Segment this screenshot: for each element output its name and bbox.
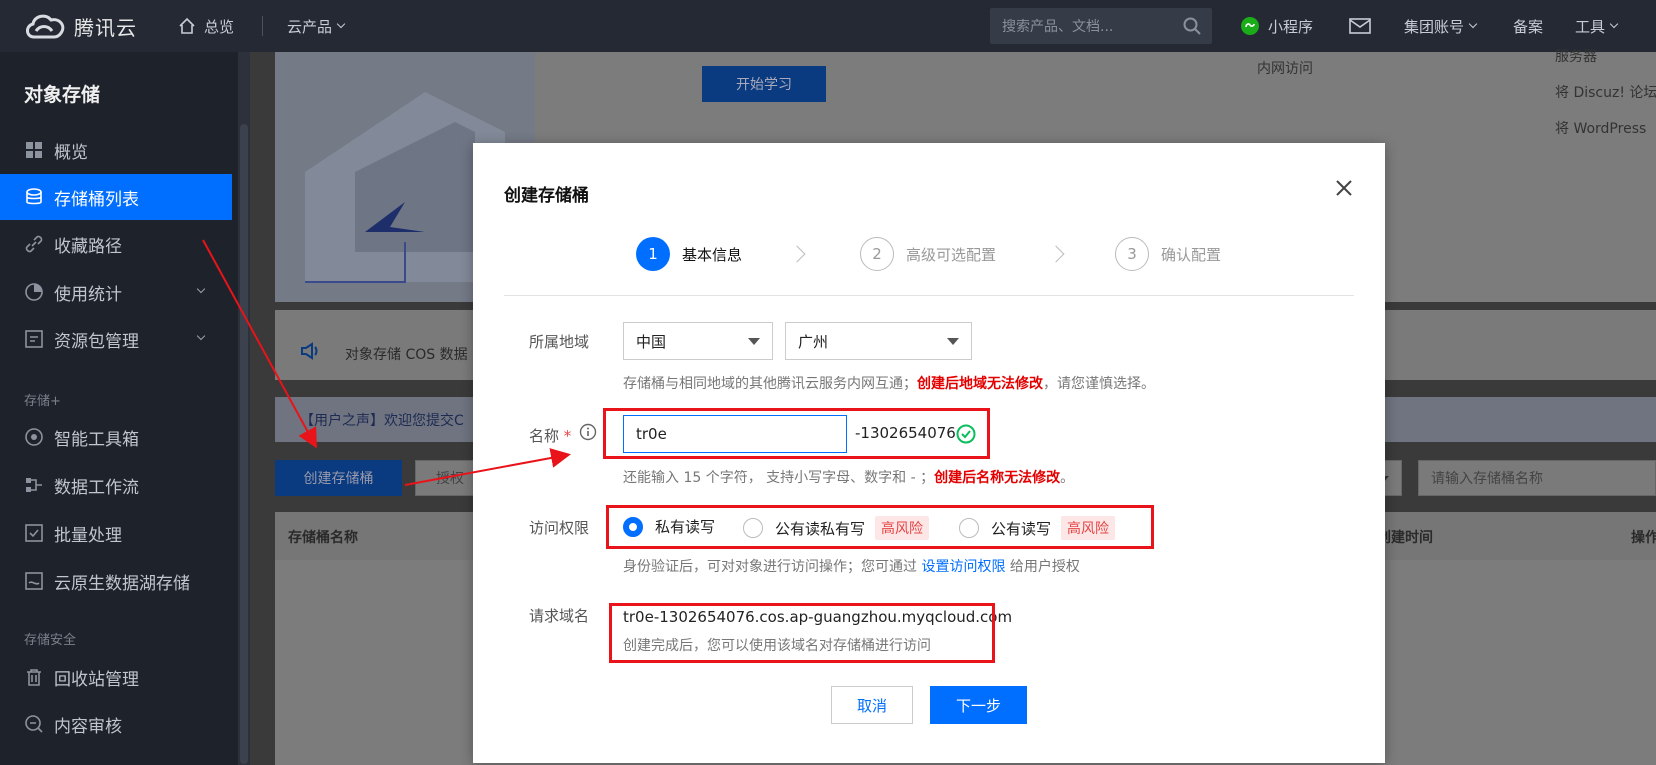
arrow-to-create-button: [202, 239, 317, 449]
annotation-arrows: [202, 239, 571, 486]
arrow-to-name-field: [404, 448, 571, 486]
